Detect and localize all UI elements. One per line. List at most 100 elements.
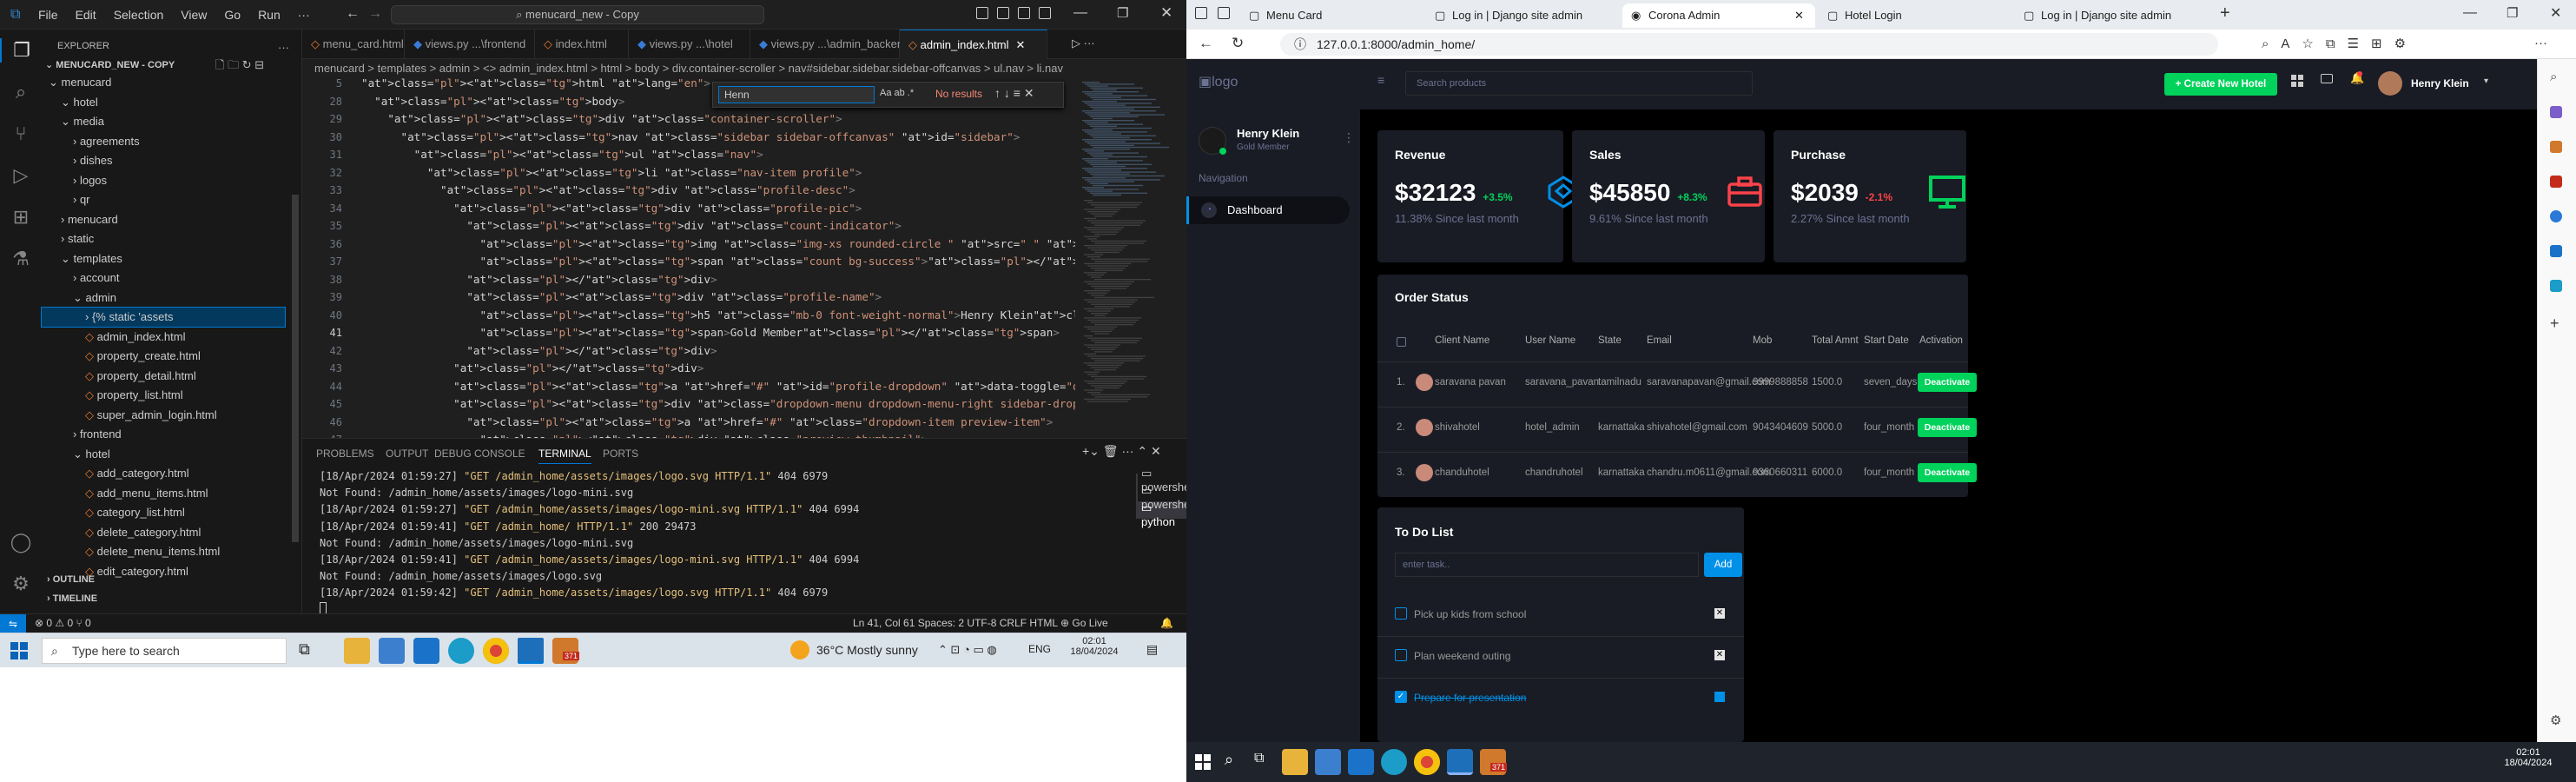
tree-file[interactable]: ◇ admin_index.html xyxy=(42,328,285,347)
timeline-section[interactable]: › TIMELINE xyxy=(47,589,97,608)
tab-close-icon[interactable]: ✕ xyxy=(1016,38,1026,51)
outlook-icon[interactable] xyxy=(2550,245,2562,257)
chrome-icon[interactable] xyxy=(483,638,509,664)
code-editor[interactable]: 5 28 29 30 31 32 33 34 35 36 37 38 39 40 41 42 43 44 45 46 4… xyxy=(302,78,1075,438)
column-header[interactable]: Client Name xyxy=(1435,335,1489,346)
command-center[interactable]: ⌕ menucard_new - Copy xyxy=(391,5,764,24)
split-editor-icon[interactable]: ▷ xyxy=(1072,36,1080,50)
customize-layout-icon[interactable] xyxy=(1039,7,1051,19)
file-explorer-icon[interactable] xyxy=(344,638,370,664)
code-line[interactable]: "at">class="pl"><"at">class="tg">html "a… xyxy=(361,78,710,93)
apps-grid-icon[interactable] xyxy=(2291,75,2303,87)
tab-views-hotel[interactable]: ◆ views.py ...\hotel xyxy=(629,30,750,59)
tree-folder[interactable]: › logos xyxy=(42,171,285,190)
favorite-icon[interactable]: ☆ xyxy=(2302,36,2325,51)
windows-start-icon[interactable] xyxy=(1195,754,1211,770)
problems-status[interactable]: ⊗ 0 ⚠ 0 ⑂ 0 xyxy=(35,617,91,629)
maximize-icon[interactable]: ❐ xyxy=(2507,5,2518,21)
code-line[interactable]: "at">class="pl"><"at">class="tg">img "at… xyxy=(361,235,1075,254)
layout-panel-icon[interactable] xyxy=(997,7,1009,19)
chevron-down-icon[interactable]: ▾ xyxy=(2484,76,2488,86)
workspaces-icon[interactable] xyxy=(1195,7,1207,19)
code-line[interactable]: "at">class="pl"><"at">class="tg">div "at… xyxy=(361,200,862,218)
store-icon[interactable] xyxy=(379,638,405,664)
tree-folder[interactable]: › account xyxy=(42,268,285,288)
language-indicator[interactable]: ENG xyxy=(1028,643,1051,655)
maximize-panel-icon[interactable]: ⌃ xyxy=(1137,444,1147,458)
nav-forward-icon[interactable]: → xyxy=(368,6,382,22)
code-line[interactable]: "at">class="pl"><"at">class="tg">div "at… xyxy=(361,110,842,129)
topbar-user-name[interactable]: Henry Klein xyxy=(2411,77,2469,89)
notifications-icon[interactable]: 🔔 xyxy=(1160,617,1173,629)
column-header[interactable]: Mob xyxy=(1753,335,1772,346)
explorer-scrollbar[interactable] xyxy=(292,195,299,542)
tree-folder[interactable]: › agreements xyxy=(42,132,285,151)
tree-folder[interactable]: › {% static 'assets xyxy=(41,307,286,328)
windows-start-icon[interactable] xyxy=(10,642,28,659)
vscode-taskbar-icon[interactable] xyxy=(1447,749,1473,775)
new-folder-icon[interactable]: 🗀 xyxy=(228,58,239,71)
browser-tab-menu-card[interactable]: ▢ Menu Card xyxy=(1240,3,1423,28)
file-explorer-icon[interactable] xyxy=(1282,749,1308,775)
browser-tab-django-login[interactable]: ▢ Log in | Django site admin xyxy=(1426,3,1619,28)
code-line[interactable]: "at">class="pl"></"at">class="tg">div> xyxy=(361,271,717,289)
tree-file[interactable]: ◇ super_admin_login.html xyxy=(42,406,285,425)
weather-text[interactable]: 36°C Mostly sunny xyxy=(816,643,918,657)
vscode-taskbar-icon[interactable] xyxy=(518,638,544,664)
tree-folder[interactable]: › dishes xyxy=(42,151,285,170)
profile-dots-icon[interactable]: ⋮ xyxy=(1343,130,1355,145)
sidebar-toggle-icon[interactable]: ≡ xyxy=(1377,73,1384,87)
run-debug-icon[interactable]: ▷ xyxy=(9,163,33,188)
editor-status[interactable]: Ln 41, Col 61 Spaces: 2 UTF-8 CRLF HTML … xyxy=(853,617,1108,629)
tree-folder[interactable]: ⌄ admin xyxy=(42,288,285,308)
mail-icon[interactable] xyxy=(413,638,439,664)
tree-file[interactable]: ◇ delete_menu_items.html xyxy=(42,542,285,561)
search-icon[interactable]: ⌕ xyxy=(9,80,33,104)
code-line[interactable]: "at">class="pl"><"at">class="tg">div "at… xyxy=(361,395,1075,414)
menu-more[interactable]: ··· xyxy=(298,8,310,22)
mail-icon[interactable] xyxy=(1348,749,1374,775)
tree-folder[interactable]: › qr xyxy=(42,190,285,209)
code-line[interactable]: "at">class="pl"><"at">class="tg">a "at">… xyxy=(361,378,1075,396)
menu-file[interactable]: File xyxy=(38,8,58,22)
tree-folder[interactable]: ⌄ menucard xyxy=(42,73,285,92)
column-header[interactable]: Start Date xyxy=(1864,335,1909,346)
browser-tab-corona-admin[interactable]: ◉ Corona Admin ✕ xyxy=(1622,3,1815,28)
trash-icon[interactable]: 🗑 xyxy=(1103,444,1119,458)
menu-icon[interactable]: ··· xyxy=(2534,36,2547,50)
remove-icon[interactable]: ✕ xyxy=(1714,692,1725,702)
new-tab-icon[interactable]: + xyxy=(2220,3,2230,23)
tree-file[interactable]: ◇ property_create.html xyxy=(42,347,285,366)
tree-file[interactable]: ◇ add_menu_items.html xyxy=(42,484,285,503)
add-sidebar-icon[interactable]: + xyxy=(2550,315,2559,333)
taskbar-search[interactable]: ⌕ Type here to search xyxy=(42,638,287,664)
menu-view[interactable]: View xyxy=(181,8,207,22)
remote-icon[interactable]: ⇋ xyxy=(0,614,26,633)
panel-tab-debug-console[interactable]: DEBUG CONSOLE xyxy=(434,447,525,460)
sidebar-settings-icon[interactable]: ⚙ xyxy=(2550,712,2561,728)
app-taskbar-icon[interactable]: 371 xyxy=(552,638,580,664)
column-header[interactable]: User Name xyxy=(1525,335,1575,346)
back-icon[interactable]: ← xyxy=(1199,35,1213,52)
sidebar-app-icon[interactable] xyxy=(2550,106,2562,118)
tab-actions-icon[interactable] xyxy=(1218,7,1230,19)
tree-file[interactable]: ◇ property_detail.html xyxy=(42,367,285,386)
minimize-icon[interactable]: — xyxy=(2463,5,2477,21)
deactivate-button[interactable]: Deactivate xyxy=(1918,373,1977,392)
find-input[interactable]: Henn xyxy=(718,86,875,103)
new-terminal-icon[interactable]: +⌄ xyxy=(1082,444,1100,458)
create-hotel-button[interactable]: + Create New Hotel xyxy=(2164,73,2277,96)
deactivate-button[interactable]: Deactivate xyxy=(1918,463,1977,482)
panel-tab-terminal[interactable]: TERMINAL xyxy=(538,447,591,464)
remove-icon[interactable]: ✕ xyxy=(1714,608,1725,619)
code-line[interactable]: "at">class="pl"><"at">class="tg">nav "at… xyxy=(361,129,1020,147)
extensions-icon[interactable]: ⚙ xyxy=(2394,36,2418,51)
brand-logo[interactable]: ▣logo xyxy=(1199,73,1238,90)
nav-dashboard[interactable]: ◔ Dashboard xyxy=(1186,196,1350,224)
tray-icons[interactable]: ⌃ ⊡ ◔ ▭ ◍ xyxy=(938,643,997,657)
code-line[interactable]: "at">class="pl"><"at">class="tg">a "at">… xyxy=(361,414,1053,432)
close-panel-icon[interactable]: ✕ xyxy=(1151,444,1161,458)
tab-index[interactable]: ◇ index.html xyxy=(535,30,629,59)
clock[interactable]: 02:01 18/04/2024 xyxy=(2498,747,2559,768)
remove-icon[interactable]: ✕ xyxy=(1714,650,1725,660)
